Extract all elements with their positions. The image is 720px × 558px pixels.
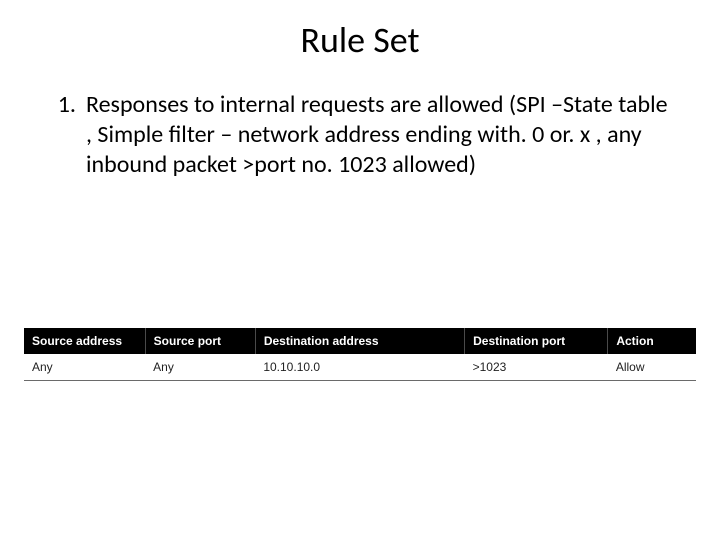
cell-source-port: Any <box>145 354 255 381</box>
list-item-text: Responses to internal requests are allow… <box>86 90 670 180</box>
cell-destination-port: >1023 <box>465 354 608 381</box>
col-header-destination-address: Destination address <box>255 328 464 354</box>
list-item-number: 1. <box>40 90 86 120</box>
table-header-row: Source address Source port Destination a… <box>24 328 696 354</box>
ordered-list: 1. Responses to internal requests are al… <box>0 90 720 180</box>
page-title: Rule Set <box>0 18 720 62</box>
cell-source-address: Any <box>24 354 145 381</box>
col-header-source-port: Source port <box>145 328 255 354</box>
cell-action: Allow <box>608 354 696 381</box>
rule-table-wrap: Source address Source port Destination a… <box>24 328 696 381</box>
cell-destination-address: 10.10.10.0 <box>255 354 464 381</box>
list-item: 1. Responses to internal requests are al… <box>40 90 670 180</box>
rule-table: Source address Source port Destination a… <box>24 328 696 381</box>
col-header-destination-port: Destination port <box>465 328 608 354</box>
table-row: Any Any 10.10.10.0 >1023 Allow <box>24 354 696 381</box>
col-header-action: Action <box>608 328 696 354</box>
col-header-source-address: Source address <box>24 328 145 354</box>
